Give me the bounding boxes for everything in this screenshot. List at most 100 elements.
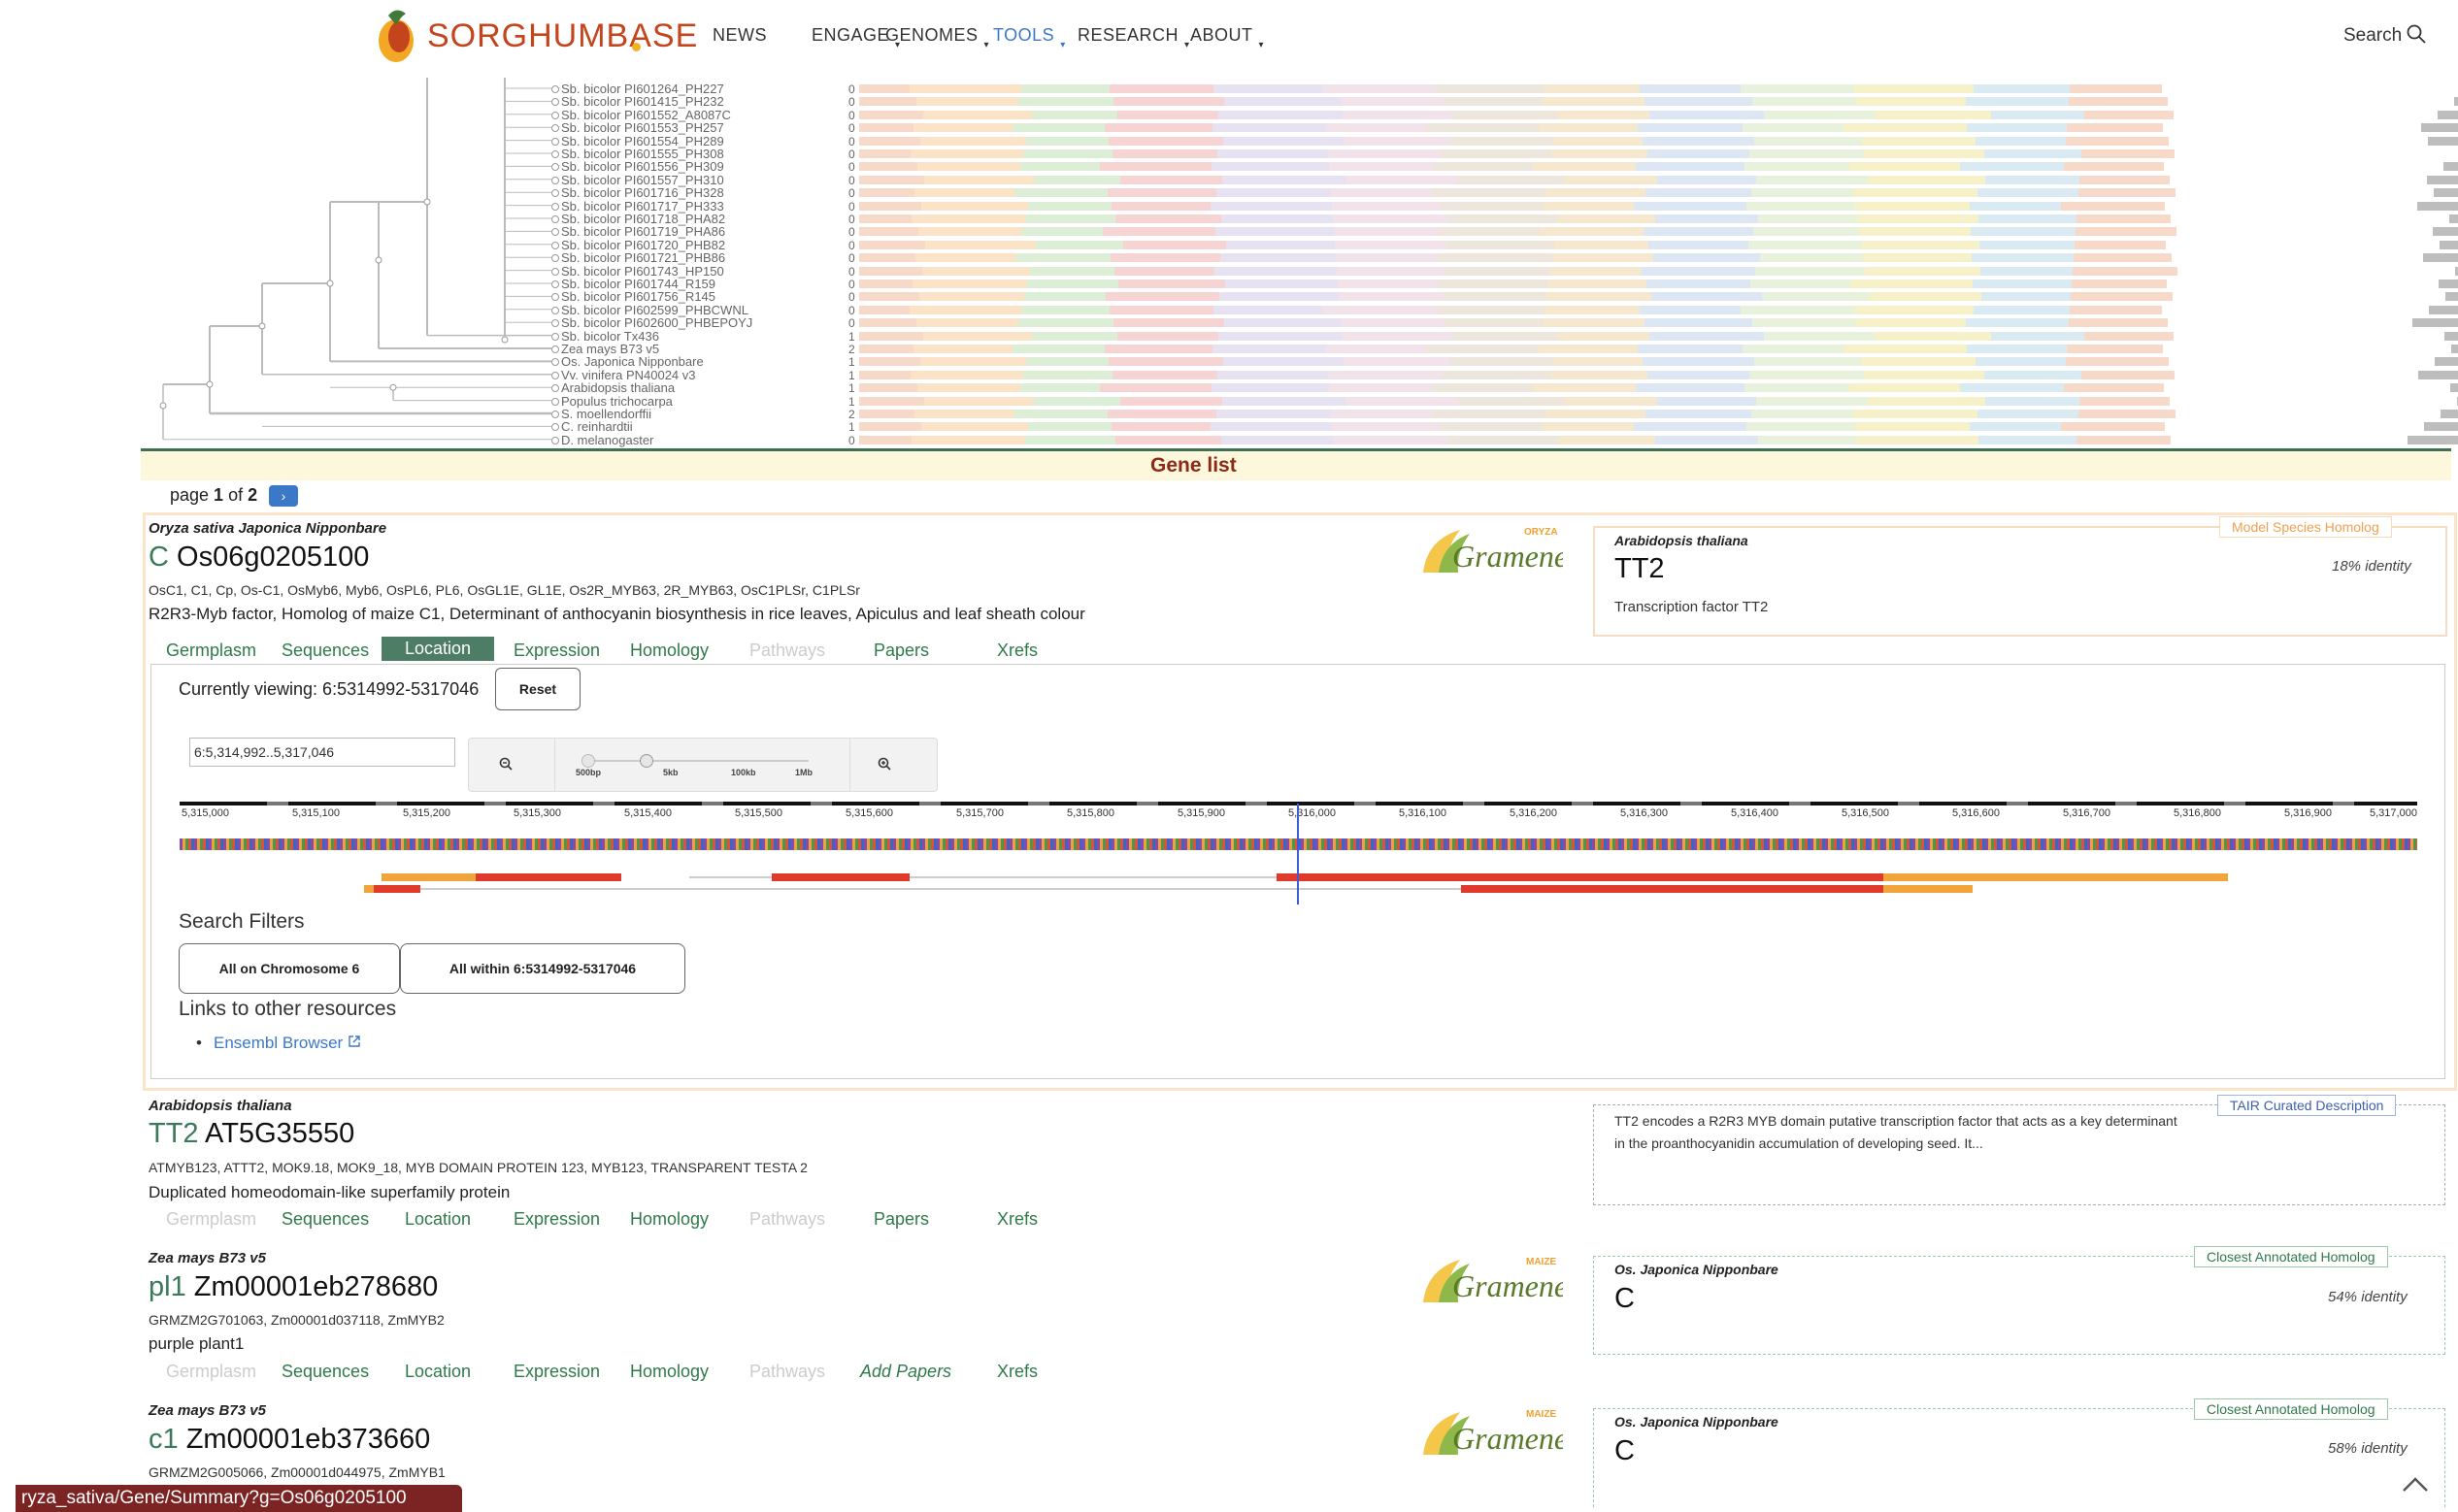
utr-block[interactable] (1883, 873, 2228, 881)
exon-block[interactable] (476, 873, 621, 881)
search-link[interactable]: Search (2343, 25, 2402, 47)
tab-xrefs[interactable]: Xrefs (997, 1209, 1038, 1230)
filter-chromosome-button[interactable]: All on Chromosome 6 (179, 943, 400, 994)
gene-title[interactable]: pl1 Zm00001eb278680 (149, 1271, 438, 1303)
tab-location[interactable]: Location (405, 1209, 471, 1230)
tab-papers[interactable]: Papers (874, 641, 929, 661)
tab-location[interactable]: Location (405, 1362, 471, 1382)
tree-leaf-node[interactable] (551, 306, 559, 314)
tab-xrefs[interactable]: Xrefs (997, 1362, 1038, 1382)
taxon-label[interactable]: D. melanogaster (561, 434, 653, 446)
nav-about[interactable]: ABOUT ▾ (1190, 25, 1264, 50)
tab-expression[interactable]: Expression (514, 1209, 600, 1230)
tree-leaf-node[interactable] (551, 280, 559, 288)
taxon-label[interactable]: Populus trichocarpa (561, 395, 673, 408)
tab-xrefs[interactable]: Xrefs (997, 641, 1038, 661)
taxon-label[interactable]: Os. Japonica Nipponbare (561, 355, 704, 368)
taxon-label[interactable]: Sb. bicolor PI601743_HP150 (561, 265, 724, 278)
scroll-to-top-button[interactable] (2390, 1463, 2441, 1502)
tree-leaf-node[interactable] (551, 176, 559, 184)
tab-homology[interactable]: Homology (630, 1362, 709, 1382)
tree-leaf-node[interactable] (551, 85, 559, 93)
tab-location[interactable]: Location (382, 637, 495, 661)
taxon-label[interactable]: Sb. bicolor PI601756_R145 (561, 290, 715, 303)
ensembl-browser-link[interactable]: Ensembl Browser (214, 1034, 361, 1053)
gramene-oryza-logo[interactable]: Gramene ORYZA (1417, 520, 1563, 580)
taxon-label[interactable]: Sb. bicolor Tx436 (561, 330, 659, 343)
tree-leaf-node[interactable] (551, 215, 559, 223)
tree-leaf-node[interactable] (551, 345, 559, 353)
tab-homology[interactable]: Homology (630, 1209, 709, 1230)
logo-text[interactable]: SORGHUMBASE (427, 17, 698, 55)
utr-block[interactable] (382, 873, 476, 881)
tab-sequences[interactable]: Sequences (282, 1362, 369, 1382)
tab-expression[interactable]: Expression (514, 1362, 600, 1382)
taxon-label[interactable]: Sb. bicolor PI602599_PHBCWNL (561, 304, 748, 316)
tree-internal-node[interactable] (375, 256, 382, 264)
tab-sequences[interactable]: Sequences (282, 641, 369, 661)
taxon-label[interactable]: Zea mays B73 v5 (561, 343, 659, 355)
utr-block[interactable] (1883, 885, 1973, 893)
tab-papers[interactable]: Papers (874, 1209, 929, 1230)
zoom-slider-track[interactable] (585, 760, 809, 762)
taxon-label[interactable]: Sb. bicolor PI601716_PH328 (561, 186, 724, 199)
nav-genomes[interactable]: GENOMES ▾ (885, 25, 989, 50)
zoom-slider-stop[interactable] (581, 754, 595, 768)
zoom-out-icon[interactable] (498, 756, 514, 772)
exon-block[interactable] (374, 885, 420, 893)
taxon-label[interactable]: Sb. bicolor PI602600_PHBEPOYJ (561, 316, 752, 329)
next-page-button[interactable]: › (269, 485, 298, 507)
tree-leaf-node[interactable] (551, 267, 559, 276)
exon-block[interactable] (1277, 873, 1883, 881)
tree-leaf-node[interactable] (551, 436, 559, 444)
tree-leaf-node[interactable] (551, 332, 559, 341)
taxon-label[interactable]: Vv. vinifera PN40024 v3 (561, 369, 696, 381)
taxon-label[interactable]: Sb. bicolor PI601556_PH309 (561, 160, 724, 173)
tab-homology[interactable]: Homology (630, 641, 709, 661)
taxon-label[interactable]: Sb. bicolor PI601744_R159 (561, 278, 715, 290)
tree-leaf-node[interactable] (551, 397, 559, 406)
tree-leaf-node[interactable] (551, 150, 559, 158)
gramene-maize-logo[interactable]: Gramene MAIZE (1417, 1250, 1563, 1310)
nav-news[interactable]: NEWS (713, 25, 767, 46)
taxon-label[interactable]: Sb. bicolor PI601718_PHA82 (561, 213, 725, 225)
taxon-label[interactable]: Sb. bicolor PI601415_PH232 (561, 95, 724, 108)
exon-block[interactable] (1461, 885, 1883, 893)
taxon-label[interactable]: Sb. bicolor PI601717_PH333 (561, 200, 724, 213)
taxon-label[interactable]: Sb. bicolor PI601721_PHB86 (561, 251, 725, 264)
nav-research[interactable]: RESEARCH ▾ (1078, 25, 1190, 50)
tree-leaf-node[interactable] (551, 371, 559, 379)
tab-add-papers[interactable]: Add Papers (860, 1362, 951, 1382)
gene-title[interactable]: c1 Zm00001eb373660 (149, 1424, 430, 1456)
nav-tools[interactable]: TOOLS ▾ (993, 25, 1066, 50)
zoom-slider-handle[interactable] (640, 754, 653, 768)
taxon-label[interactable]: Sb. bicolor PI601554_PH289 (561, 135, 724, 148)
filter-within-button[interactable]: All within 6:5314992-5317046 (400, 943, 685, 994)
gramene-maize-logo[interactable]: Gramene MAIZE (1417, 1402, 1563, 1463)
tree-internal-node[interactable] (326, 279, 334, 287)
taxon-label[interactable]: Sb. bicolor PI601719_PHA86 (561, 225, 725, 238)
gene-title[interactable]: TT2 AT5G35550 (149, 1118, 354, 1150)
tree-leaf-node[interactable] (551, 411, 559, 418)
tree-leaf-node[interactable] (551, 111, 559, 119)
taxon-label[interactable]: S. moellendorffii (561, 408, 651, 420)
location-input[interactable]: 6:5,314,992..5,317,046 (189, 738, 455, 767)
tab-expression[interactable]: Expression (514, 641, 600, 661)
tree-internal-node[interactable] (501, 336, 509, 344)
tree-leaf-node[interactable] (551, 137, 559, 146)
taxon-label[interactable]: Sb. bicolor PI601264_PH227 (561, 82, 724, 95)
sorghum-logo-icon[interactable] (367, 8, 425, 66)
taxon-label[interactable]: Sb. bicolor PI601557_PH310 (561, 174, 724, 186)
search-icon[interactable] (2406, 23, 2427, 45)
taxon-label[interactable]: Sb. bicolor PI601553_PH257 (561, 121, 724, 134)
taxon-label[interactable]: Sb. bicolor PI601552_A8087C (561, 109, 731, 121)
tree-internal-node[interactable] (389, 383, 397, 391)
tab-sequences[interactable]: Sequences (282, 1209, 369, 1230)
exon-block[interactable] (772, 873, 910, 881)
taxon-label[interactable]: Arabidopsis thaliana (561, 381, 675, 394)
tree-internal-node[interactable] (159, 402, 167, 410)
taxon-label[interactable]: C. reinhardtii (561, 420, 633, 433)
tree-internal-node[interactable] (206, 380, 214, 388)
taxon-label[interactable]: Sb. bicolor PI601720_PHB82 (561, 239, 725, 251)
taxon-label[interactable]: Sb. bicolor PI601555_PH308 (561, 148, 724, 160)
